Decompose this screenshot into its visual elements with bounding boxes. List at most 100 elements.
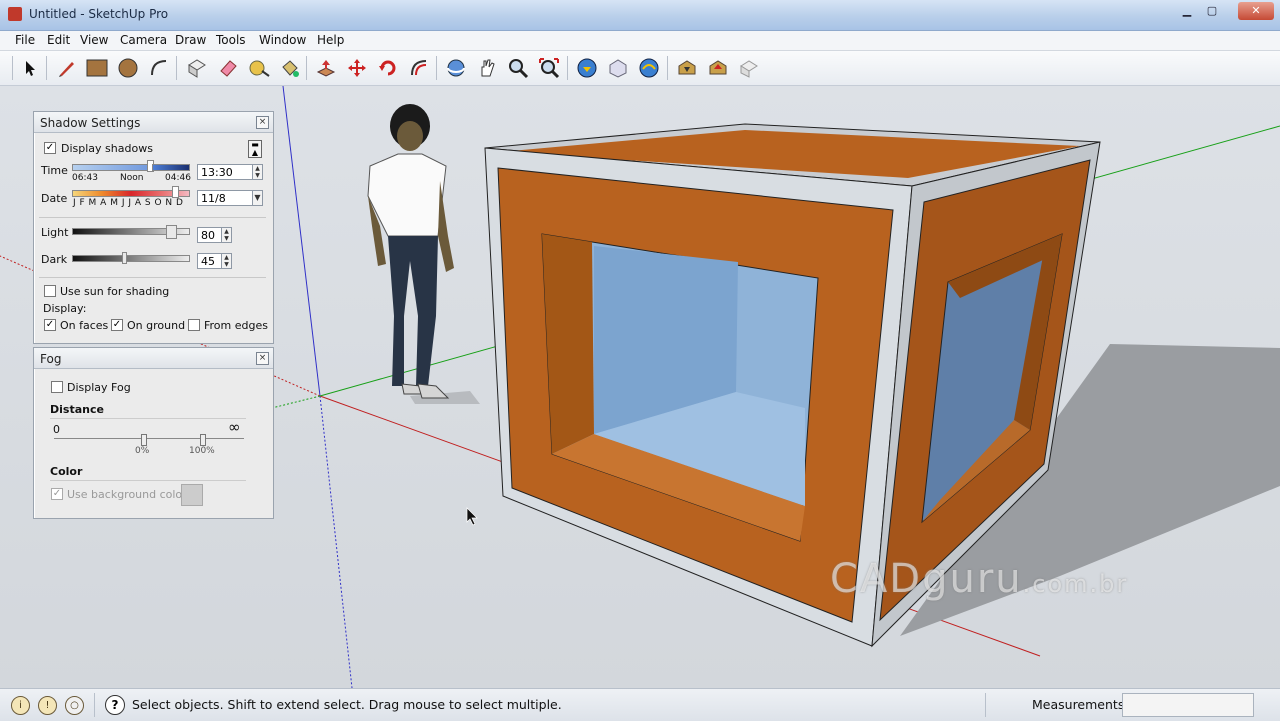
- menu-draw[interactable]: Draw: [175, 33, 206, 47]
- date-input[interactable]: 11/8: [197, 190, 254, 206]
- distance-start-label: 0: [53, 423, 60, 436]
- share-component-icon[interactable]: [636, 55, 662, 81]
- menu-file[interactable]: File: [15, 33, 35, 47]
- rectangle-icon[interactable]: [84, 55, 110, 81]
- menu-tools[interactable]: Tools: [216, 33, 246, 47]
- pan-icon[interactable]: [474, 55, 500, 81]
- distance-infinity-label: ∞: [228, 418, 241, 436]
- expand-details-icon[interactable]: ▬ ▲: [248, 140, 262, 158]
- toolbar-separator: [176, 56, 177, 80]
- eraser-icon[interactable]: [215, 55, 241, 81]
- shadow-panel-close-icon[interactable]: ×: [256, 116, 269, 129]
- divider: [985, 693, 986, 717]
- measurements-input[interactable]: [1122, 693, 1254, 717]
- style-icon[interactable]: [736, 55, 762, 81]
- get-models-icon[interactable]: [574, 55, 600, 81]
- display-shadows-label: Display shadows: [61, 142, 153, 155]
- time-input[interactable]: 13:30: [197, 164, 254, 180]
- divider: [39, 277, 266, 278]
- on-ground-label: On ground: [127, 319, 186, 332]
- mouse-cursor-icon: [466, 507, 478, 526]
- status-text: Select objects. Shift to extend select. …: [132, 697, 562, 712]
- date-label: Date: [41, 192, 68, 205]
- warehouse-icon[interactable]: [674, 55, 700, 81]
- use-sun-checkbox[interactable]: [44, 285, 56, 297]
- zoom-extents-icon[interactable]: [536, 55, 562, 81]
- divider: [39, 217, 266, 218]
- paint-bucket-icon[interactable]: [277, 55, 303, 81]
- toolbar-grip: [12, 56, 13, 80]
- on-ground-checkbox[interactable]: ✓: [111, 319, 123, 331]
- push-pull-icon[interactable]: [313, 55, 339, 81]
- extension-icon[interactable]: [705, 55, 731, 81]
- date-slider-thumb[interactable]: [172, 186, 179, 198]
- select-icon[interactable]: [17, 55, 43, 81]
- rotate-icon[interactable]: [375, 55, 401, 81]
- date-months-label: J F M A M J J A S O N D: [73, 198, 184, 208]
- fog-title: Fog: [40, 352, 62, 366]
- fog-end-thumb[interactable]: [200, 434, 206, 446]
- time-start-label: 06:43: [72, 173, 98, 183]
- time-end-label: 04:46: [165, 173, 191, 183]
- divider: [50, 418, 246, 419]
- distance-slider[interactable]: [54, 438, 244, 439]
- share-model-icon[interactable]: [605, 55, 631, 81]
- shadow-settings-header[interactable]: Shadow Settings ×: [34, 112, 273, 133]
- fog-color-swatch[interactable]: [181, 484, 203, 506]
- time-noon-label: Noon: [120, 173, 144, 183]
- offset-icon[interactable]: [406, 55, 432, 81]
- fog-start-thumb[interactable]: [141, 434, 147, 446]
- orbit-icon[interactable]: [443, 55, 469, 81]
- light-label: Light: [41, 226, 69, 239]
- fog-start-percent: 0%: [135, 446, 150, 456]
- menu-bar: File Edit View Camera Draw Tools Window …: [0, 31, 1280, 51]
- use-background-color-checkbox[interactable]: ✓: [51, 488, 63, 500]
- minimize-button[interactable]: ▁: [1175, 2, 1199, 20]
- menu-help[interactable]: Help: [317, 33, 344, 47]
- from-edges-checkbox[interactable]: [188, 319, 200, 331]
- divider: [94, 693, 95, 717]
- date-dropdown-icon[interactable]: ▼: [252, 190, 263, 206]
- menu-view[interactable]: View: [80, 33, 108, 47]
- help-icon[interactable]: ?: [105, 695, 125, 715]
- dark-slider[interactable]: [72, 255, 190, 262]
- light-spinner[interactable]: ▲ ▼: [221, 227, 232, 243]
- menu-edit[interactable]: Edit: [47, 33, 70, 47]
- display-label: Display:: [43, 302, 87, 315]
- arc-icon[interactable]: [146, 55, 172, 81]
- dark-slider-thumb[interactable]: [122, 252, 127, 264]
- scale-figure: [367, 104, 454, 399]
- move-icon[interactable]: [344, 55, 370, 81]
- display-shadows-checkbox[interactable]: ✓: [44, 142, 56, 154]
- tape-measure-icon[interactable]: [246, 55, 272, 81]
- close-button[interactable]: ✕: [1238, 2, 1274, 20]
- time-slider-dusk: [152, 164, 190, 171]
- on-faces-checkbox[interactable]: ✓: [44, 319, 56, 331]
- menu-camera[interactable]: Camera: [120, 33, 167, 47]
- use-background-color-label: Use background color: [67, 488, 187, 501]
- maximize-button[interactable]: ▢: [1200, 2, 1224, 20]
- zoom-icon[interactable]: [505, 55, 531, 81]
- pencil-icon[interactable]: [54, 55, 80, 81]
- credits-icon[interactable]: !: [38, 696, 57, 715]
- display-fog-label: Display Fog: [67, 381, 131, 394]
- time-spinner[interactable]: ▲ ▼: [252, 164, 263, 180]
- toolbar-separator: [436, 56, 437, 80]
- display-fog-checkbox[interactable]: [51, 381, 63, 393]
- toolbar-separator: [667, 56, 668, 80]
- measurements-label: Measurements: [1032, 697, 1125, 712]
- geo-location-icon[interactable]: i: [11, 696, 30, 715]
- dark-spinner[interactable]: ▲ ▼: [221, 253, 232, 269]
- title-bar: Untitled - SketchUp Pro ▁ ▢ ✕: [0, 0, 1280, 31]
- fog-end-percent: 100%: [189, 446, 215, 456]
- circle-icon[interactable]: [115, 55, 141, 81]
- make-component-icon[interactable]: [184, 55, 210, 81]
- menu-window[interactable]: Window: [259, 33, 306, 47]
- fog-header[interactable]: Fog ×: [34, 348, 273, 369]
- light-slider-thumb[interactable]: [166, 225, 177, 239]
- toolbar-separator: [306, 56, 307, 80]
- fog-panel-close-icon[interactable]: ×: [256, 352, 269, 365]
- status-bar: i ! ○ ? Select objects. Shift to extend …: [0, 688, 1280, 721]
- time-label: Time: [41, 164, 68, 177]
- user-icon[interactable]: ○: [65, 696, 84, 715]
